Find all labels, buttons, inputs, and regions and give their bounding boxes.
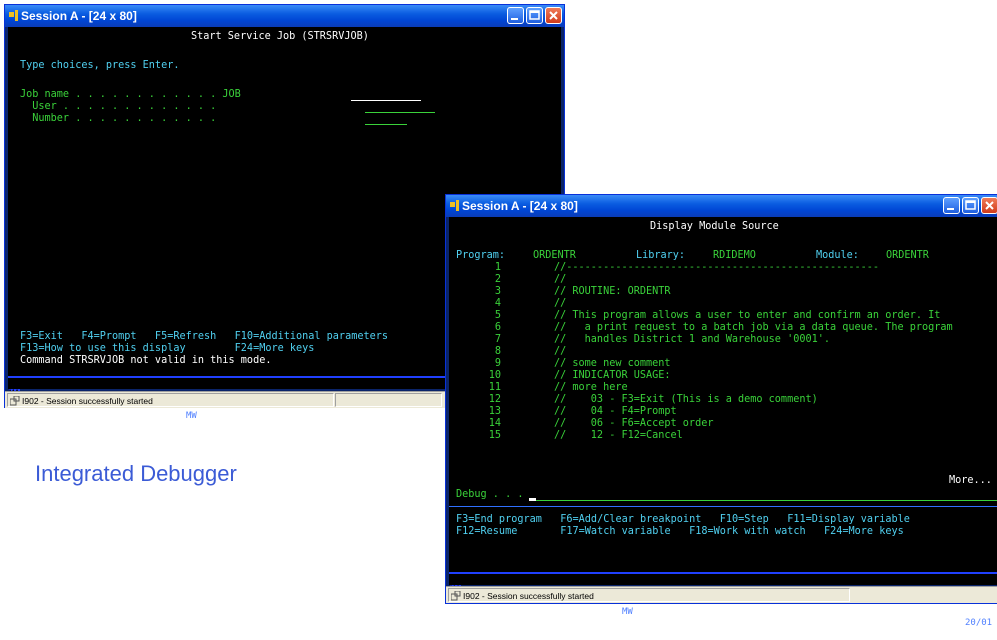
line-number: 7 bbox=[494, 334, 501, 345]
debug-label: Debug . . . bbox=[456, 489, 524, 500]
line-number: 5 bbox=[494, 310, 501, 321]
function-keys-row-2: F13=How to use this display F24=More key… bbox=[20, 343, 315, 354]
oia-mw: MW bbox=[186, 411, 197, 421]
user-label: User . . . . . . . . . . . . . bbox=[20, 101, 217, 112]
screen-title: Display Module Source bbox=[650, 221, 779, 232]
line-text: // This program allows a user to enter a… bbox=[554, 310, 941, 321]
line-number: 15 bbox=[488, 430, 501, 441]
window-1-titlebar[interactable]: Session A - [24 x 80] bbox=[5, 5, 564, 27]
caption: Integrated Debugger bbox=[35, 461, 237, 486]
source-listing: 1 //-------------------------------------… bbox=[449, 262, 997, 442]
library-value: RDIDEMO bbox=[713, 250, 756, 261]
program-value: ORDENTR bbox=[533, 250, 576, 261]
instructions-text: Type choices, press Enter. bbox=[20, 60, 180, 71]
line-number: 6 bbox=[494, 322, 501, 333]
app-icon bbox=[9, 10, 18, 21]
status-cell-2 bbox=[335, 393, 442, 407]
debug-command-input[interactable] bbox=[529, 500, 997, 501]
function-keys-row-2: F12=Resume F17=Watch variable F18=Work w… bbox=[456, 526, 904, 537]
session-icon bbox=[10, 396, 20, 406]
job-name-field[interactable] bbox=[351, 100, 421, 101]
maximize-button[interactable] bbox=[962, 197, 979, 214]
oia-cursor-position: 20/01 bbox=[965, 618, 993, 628]
maximize-button[interactable] bbox=[526, 7, 543, 24]
line-text: // bbox=[554, 346, 567, 357]
line-text: // 03 - F3=Exit (This is a demo comment) bbox=[554, 394, 818, 405]
close-icon bbox=[549, 11, 558, 20]
job-name-label: Job name . . . . . . . . . . . . JOB bbox=[20, 89, 241, 100]
line-text: // INDICATOR USAGE: bbox=[554, 370, 671, 381]
error-message: Command STRSRVJOB not valid in this mode… bbox=[20, 355, 272, 366]
line-text: // ROUTINE: ORDENTR bbox=[554, 286, 671, 297]
number-field[interactable] bbox=[365, 124, 407, 125]
line-number: 4 bbox=[494, 298, 501, 309]
minimize-icon bbox=[947, 208, 954, 210]
line-text: // 04 - F4=Prompt bbox=[554, 406, 677, 417]
session-icon bbox=[451, 591, 461, 601]
app-icon bbox=[450, 200, 459, 211]
maximize-icon bbox=[965, 200, 976, 210]
number-label: Number . . . . . . . . . . . . bbox=[20, 113, 217, 124]
line-number: 2 bbox=[494, 274, 501, 285]
line-number: 11 bbox=[488, 382, 501, 393]
line-number: 10 bbox=[488, 370, 501, 381]
window-title: Session A - [24 x 80] bbox=[462, 199, 578, 213]
maximize-icon bbox=[529, 10, 540, 20]
line-text: // 06 - F6=Accept order bbox=[554, 418, 714, 429]
module-label: Module: bbox=[816, 250, 859, 261]
minimize-button[interactable] bbox=[507, 7, 524, 24]
line-text: // handles District 1 and Warehouse '000… bbox=[554, 334, 831, 345]
line-text: // more here bbox=[554, 382, 628, 393]
cursor bbox=[529, 498, 536, 501]
divider bbox=[449, 506, 997, 507]
line-number: 1 bbox=[494, 262, 501, 273]
status-bar-2: I902 - Session successfully started bbox=[446, 586, 997, 603]
line-number: 8 bbox=[494, 346, 501, 357]
minimize-button[interactable] bbox=[943, 197, 960, 214]
user-field[interactable] bbox=[365, 112, 435, 113]
window-2-titlebar[interactable]: Session A - [24 x 80] bbox=[446, 195, 997, 217]
line-text: // bbox=[554, 274, 567, 285]
line-text: // some new comment bbox=[554, 358, 671, 369]
close-button[interactable] bbox=[981, 197, 997, 214]
oia-mw: MW bbox=[622, 607, 633, 617]
library-label: Library: bbox=[636, 250, 686, 261]
function-keys-row-1: F3=End program F6=Add/Clear breakpoint F… bbox=[456, 514, 910, 525]
status-text: I902 - Session successfully started bbox=[463, 591, 594, 601]
operator-info-area-2: MA a MW 20/01 bbox=[449, 572, 997, 628]
session-window-2: Session A - [24 x 80] Display Module Sou… bbox=[445, 194, 997, 628]
line-number: 12 bbox=[488, 394, 501, 405]
close-icon bbox=[985, 201, 994, 210]
line-text: //--------------------------------------… bbox=[554, 262, 880, 273]
function-keys-row-1: F3=Exit F4=Prompt F5=Refresh F10=Additio… bbox=[20, 331, 389, 342]
status-cell-main: I902 - Session successfully started bbox=[448, 588, 850, 602]
window-title: Session A - [24 x 80] bbox=[21, 9, 137, 23]
close-button[interactable] bbox=[545, 7, 562, 24]
program-label: Program: bbox=[456, 250, 506, 261]
screen-title: Start Service Job (STRSRVJOB) bbox=[191, 31, 369, 42]
line-number: 14 bbox=[488, 418, 501, 429]
line-text: // a print request to a batch job via a … bbox=[554, 322, 953, 333]
line-text: // 12 - F12=Cancel bbox=[554, 430, 683, 441]
more-indicator: More... bbox=[949, 475, 992, 486]
line-number: 3 bbox=[494, 286, 501, 297]
status-cell-main: I902 - Session successfully started bbox=[7, 393, 334, 407]
terminal-screen-2[interactable]: Display Module Source Program: ORDENTR L… bbox=[449, 217, 997, 574]
status-text: I902 - Session successfully started bbox=[22, 396, 153, 406]
line-text: // bbox=[554, 298, 567, 309]
module-value: ORDENTR bbox=[886, 250, 929, 261]
line-number: 9 bbox=[494, 358, 501, 369]
minimize-icon bbox=[511, 18, 518, 20]
line-number: 13 bbox=[488, 406, 501, 417]
